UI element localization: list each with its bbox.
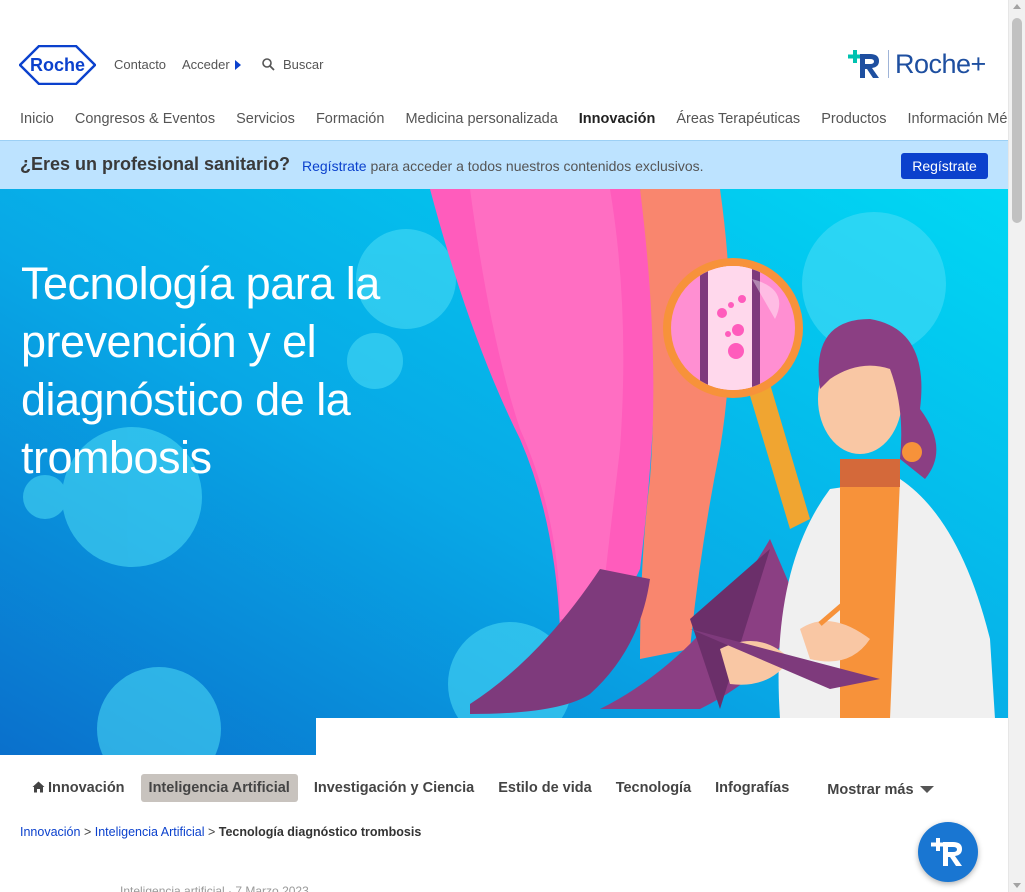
page-scrollbar[interactable] — [1008, 0, 1025, 892]
breadcrumb: Innovación > Inteligencia Artificial > T… — [20, 825, 421, 839]
register-button[interactable]: Regístrate — [901, 153, 988, 179]
subnav-item-tecnologia[interactable]: Tecnología — [608, 774, 699, 802]
subnav-more-button[interactable]: Mostrar más — [819, 776, 941, 804]
nav-item-areas[interactable]: Áreas Terapéuticas — [676, 111, 800, 127]
search-box[interactable]: Buscar — [262, 57, 323, 72]
nav-item-formacion[interactable]: Formación — [316, 111, 385, 127]
register-banner: ¿Eres un profesional sanitario? Regístra… — [0, 140, 1008, 189]
search-placeholder: Buscar — [283, 57, 324, 72]
login-label: Acceder — [182, 57, 230, 72]
scroll-thumb[interactable] — [1012, 18, 1022, 223]
rocheplus-logo[interactable]: Roche+ — [848, 48, 986, 80]
subnav-more-label: Mostrar más — [827, 782, 914, 798]
section-subnav: Innovación Inteligencia Artificial Inves… — [20, 772, 950, 804]
nav-item-servicios[interactable]: Servicios — [236, 111, 295, 127]
breadcrumb-current: Tecnología diagnóstico trombosis — [218, 825, 422, 839]
subnav-item-estilo[interactable]: Estilo de vida — [490, 774, 599, 802]
nav-item-productos[interactable]: Productos — [821, 111, 886, 127]
subnav-item-infografias[interactable]: Infografías — [707, 774, 797, 802]
banner-text: Regístrate para acceder a todos nuestros… — [302, 158, 704, 174]
banner-text-rest: para acceder a todos nuestros contenidos… — [366, 158, 704, 174]
banner-register-link[interactable]: Regístrate — [302, 158, 367, 174]
rocheplus-text: Roche+ — [895, 48, 986, 79]
home-icon — [32, 781, 45, 793]
scroll-up-icon[interactable] — [1013, 4, 1021, 9]
site-header: Roche Contacto Acceder Buscar Roche+ Ini… — [0, 0, 1025, 140]
nav-item-inicio[interactable]: Inicio — [20, 111, 54, 127]
caret-right-icon — [234, 60, 241, 70]
logo-text: Roche — [30, 55, 85, 75]
nav-item-innovacion[interactable]: Innovación — [579, 111, 656, 127]
nav-item-congresos[interactable]: Congresos & Eventos — [75, 111, 215, 127]
subnav-home-label: Innovación — [48, 780, 125, 796]
banner-question: ¿Eres un profesional sanitario? — [20, 154, 291, 174]
rocheplus-divider — [888, 50, 889, 78]
hero-bottom-notch — [316, 718, 1008, 755]
breadcrumb-innovacion[interactable]: Innovación — [20, 825, 80, 839]
search-icon — [262, 58, 275, 71]
login-link[interactable]: Acceder — [182, 57, 241, 72]
contact-link[interactable]: Contacto — [114, 57, 166, 72]
scroll-down-icon[interactable] — [1013, 883, 1021, 888]
article-meta: Inteligencia artificial · 7 Marzo 2023 — [120, 884, 309, 892]
roche-logo[interactable]: Roche — [19, 45, 96, 85]
breadcrumb-ia[interactable]: Inteligencia Artificial — [95, 825, 205, 839]
breadcrumb-separator: > — [204, 825, 219, 839]
main-nav: Inicio Congresos & Eventos Servicios For… — [20, 111, 1025, 127]
rocheplus-r-icon — [848, 50, 879, 78]
subnav-item-ia[interactable]: Inteligencia Artificial — [140, 774, 298, 802]
rocheplus-fab-button[interactable] — [918, 822, 978, 882]
breadcrumb-separator: > — [80, 825, 95, 839]
subnav-item-investigacion[interactable]: Investigación y Ciencia — [306, 774, 482, 802]
hero-section: Tecnología para la prevención y el diagn… — [0, 189, 1008, 755]
nav-item-medicina[interactable]: Medicina personalizada — [405, 111, 557, 127]
subnav-home[interactable]: Innovación — [20, 774, 133, 802]
chevron-down-icon — [919, 786, 934, 793]
rocheplus-r-icon — [931, 838, 962, 866]
hero-title: Tecnología para la prevención y el diagn… — [21, 258, 380, 483]
